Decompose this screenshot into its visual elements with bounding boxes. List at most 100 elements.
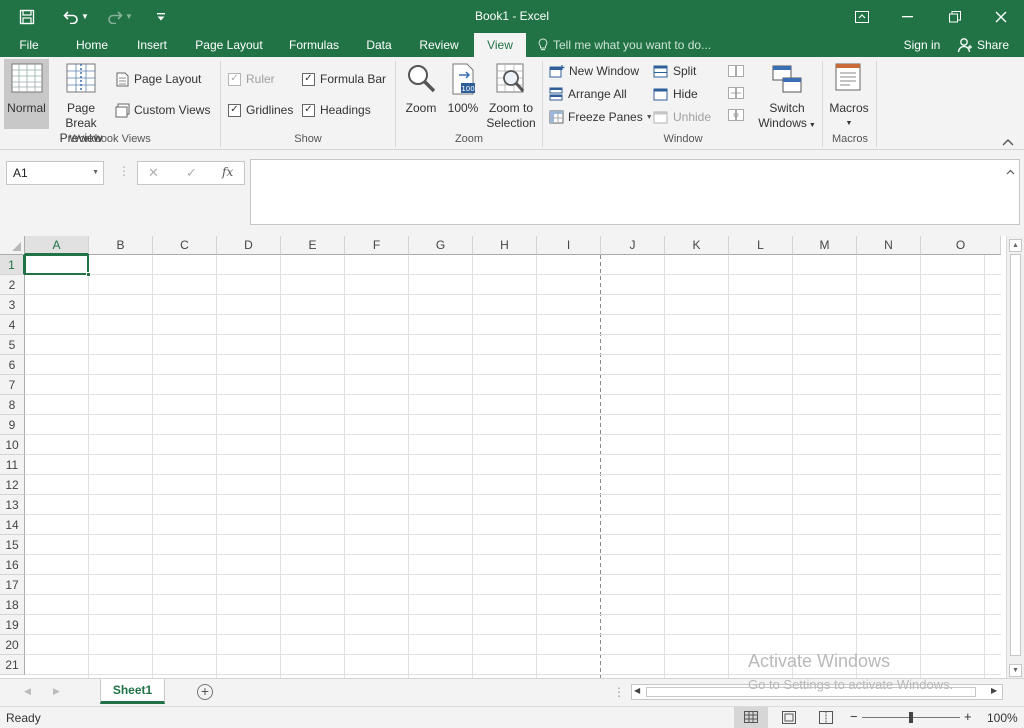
formula-bar-area: A1 ▼ ⋮ ✕ ✓ fx — [0, 150, 1024, 236]
custom-views-label: Custom Views — [134, 103, 211, 117]
tab-view[interactable]: View — [474, 33, 526, 57]
normal-view-status-button[interactable] — [734, 707, 768, 728]
headings-label: Headings — [320, 103, 371, 117]
show-group-label: Show — [294, 133, 322, 145]
page-break-preview-label-line1: Page Break — [65, 101, 97, 130]
zoom-100-icon: 100 — [449, 63, 477, 95]
view-side-by-side-icon[interactable] — [728, 65, 744, 80]
new-window-label: New Window — [569, 64, 640, 78]
tab-insert[interactable]: Insert — [128, 33, 176, 57]
fill-handle[interactable] — [86, 272, 91, 277]
hide-icon — [653, 88, 668, 101]
freeze-panes-button[interactable]: Freeze Panes ▼ — [549, 107, 653, 127]
zoom-to-selection-button[interactable]: Zoom to Selection — [484, 59, 538, 131]
tab-page-layout[interactable]: Page Layout — [186, 33, 272, 57]
add-sheet-icon[interactable]: + — [197, 684, 213, 700]
tab-review[interactable]: Review — [410, 33, 468, 57]
page-layout-view-button[interactable]: Page Layout — [116, 69, 201, 89]
close-icon[interactable] — [978, 0, 1024, 33]
scroll-up-icon[interactable]: ▲ — [1009, 239, 1022, 252]
switch-windows-button[interactable]: Switch Windows ▼ — [756, 59, 818, 133]
name-box-value: A1 — [13, 166, 28, 180]
custom-views-button[interactable]: Custom Views — [115, 100, 210, 120]
headings-checkbox[interactable]: ✓ Headings — [302, 100, 371, 120]
gridlines-label: Gridlines — [246, 103, 294, 117]
gridlines-checkbox[interactable]: ✓ Gridlines — [228, 100, 293, 120]
normal-view-status-icon — [744, 711, 758, 723]
macros-label: Macros — [829, 101, 869, 115]
minimize-icon[interactable] — [885, 0, 931, 33]
customize-qat-icon[interactable] — [148, 0, 174, 33]
zoom-group-label: Zoom — [454, 133, 484, 145]
macros-button[interactable]: Macros ▼ — [826, 59, 872, 131]
scroll-right-icon[interactable]: ▶ — [991, 686, 997, 695]
tab-split-handle-icon[interactable]: ⋮ — [613, 685, 625, 699]
tab-file[interactable]: File — [0, 33, 58, 57]
redo-dropdown-icon[interactable]: ▼ — [122, 0, 136, 33]
restore-icon[interactable] — [932, 0, 978, 33]
gridlines-check-icon: ✓ — [228, 103, 241, 117]
tell-me-search[interactable]: Tell me what you want to do... — [538, 33, 728, 57]
svg-text:100: 100 — [461, 85, 474, 93]
sheet-tab-sheet1[interactable]: Sheet1 — [100, 679, 165, 704]
new-window-button[interactable]: New Window — [549, 61, 639, 81]
save-icon[interactable] — [14, 0, 40, 33]
share-button[interactable]: Share — [953, 33, 1013, 57]
worksheet-grid[interactable]: ABCDEFGHIJKLMNO 1 2 3 4 5 6 7 8 9 10 11 12 13 14 15 16 1… — [0, 236, 1024, 678]
collapse-formula-bar-icon[interactable] — [1006, 164, 1015, 178]
custom-views-icon — [115, 103, 130, 118]
switch-windows-label-line2: Windows — [758, 116, 807, 130]
vertical-scroll-thumb[interactable] — [1010, 254, 1021, 656]
undo-dropdown-icon[interactable]: ▼ — [78, 0, 92, 33]
formula-bar-label: Formula Bar — [320, 72, 387, 86]
insert-function-icon[interactable]: fx — [222, 165, 233, 179]
zoom-out-button[interactable]: − — [850, 709, 858, 724]
zoom-level[interactable]: 100% — [987, 711, 1018, 725]
chevron-down-icon[interactable]: ▼ — [92, 162, 99, 184]
headings-check-icon: ✓ — [302, 103, 315, 117]
ribbon-tab-bar: File Home Insert Page Layout Formulas Da… — [0, 33, 1024, 57]
tab-home[interactable]: Home — [66, 33, 118, 57]
arrange-all-icon — [549, 87, 563, 101]
scroll-down-icon[interactable]: ▼ — [1009, 664, 1022, 677]
zoom-button[interactable]: Zoom — [400, 59, 442, 116]
tab-formulas[interactable]: Formulas — [280, 33, 348, 57]
enter-icon[interactable]: ✓ — [186, 165, 197, 181]
arrange-all-button[interactable]: Arrange All — [549, 84, 627, 104]
activation-watermark-subtitle: Go to Settings to activate Windows. — [748, 677, 954, 692]
normal-view-button[interactable]: Normal — [4, 59, 49, 129]
zoom-in-button[interactable]: + — [964, 709, 972, 724]
zoom-slider-thumb[interactable] — [909, 712, 913, 723]
status-bar: Ready − + 100% — [0, 706, 1024, 728]
split-button[interactable]: Split — [653, 61, 696, 81]
synchronous-scrolling-icon[interactable] — [728, 87, 744, 102]
reset-window-position-icon[interactable] — [728, 109, 744, 124]
formula-input[interactable] — [250, 159, 1020, 225]
unhide-button[interactable]: Unhide — [653, 107, 711, 127]
formula-bar-check-icon: ✓ — [302, 72, 315, 86]
page-layout-status-icon[interactable] — [782, 711, 796, 724]
tab-data[interactable]: Data — [356, 33, 402, 57]
title-bar: ▼ ▼ Book1 - Excel — [0, 0, 1024, 33]
formula-bar-checkbox[interactable]: ✓ Formula Bar — [302, 69, 386, 89]
page-break-status-icon[interactable] — [819, 711, 833, 724]
switch-windows-icon — [772, 63, 802, 95]
macros-group-label: Macros — [831, 133, 869, 145]
vertical-scrollbar[interactable]: ▲ ▼ — [1006, 236, 1024, 678]
chevron-down-icon: ▼ — [645, 113, 653, 121]
collapse-ribbon-icon[interactable] — [1002, 135, 1014, 149]
name-box[interactable]: A1 ▼ — [6, 161, 104, 185]
person-icon — [957, 37, 973, 53]
cancel-icon[interactable]: ✕ — [148, 165, 159, 181]
scroll-left-icon[interactable]: ◀ — [634, 686, 640, 695]
next-sheet-icon[interactable]: ▶ — [53, 686, 60, 697]
ribbon-display-options-icon[interactable] — [839, 0, 885, 33]
freeze-panes-label: Freeze Panes — [568, 110, 643, 124]
resize-handle-icon[interactable]: ⋮ — [118, 164, 130, 178]
ruler-checkbox[interactable]: ✓ Ruler — [228, 69, 275, 89]
previous-sheet-icon[interactable]: ◀ — [24, 686, 31, 697]
zoom-100-button[interactable]: 100 100% — [444, 59, 482, 116]
hide-button[interactable]: Hide — [653, 84, 698, 104]
formula-buttons: ✕ ✓ fx — [137, 161, 245, 185]
sign-in-link[interactable]: Sign in — [896, 33, 948, 57]
